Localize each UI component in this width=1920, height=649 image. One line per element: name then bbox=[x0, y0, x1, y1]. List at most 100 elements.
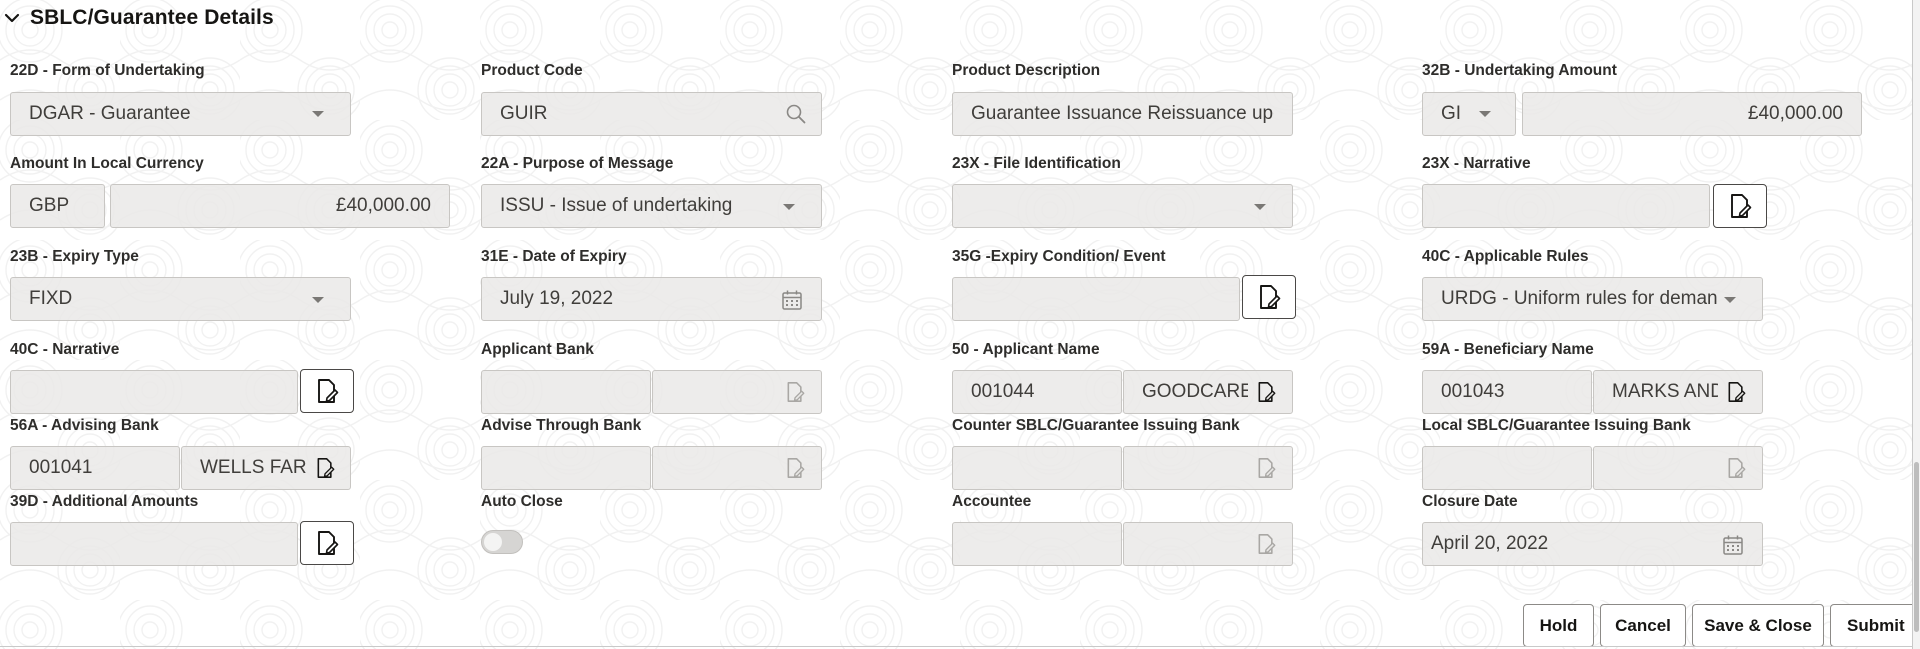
toggle-knob bbox=[484, 533, 502, 551]
applicable-rules-label: 40C - Applicable Rules bbox=[1422, 248, 1589, 265]
section-title: SBLC/Guarantee Details bbox=[30, 6, 274, 29]
narrative-40c-label: 40C - Narrative bbox=[10, 341, 120, 358]
save-close-button[interactable]: Save & Close bbox=[1692, 604, 1824, 647]
narrative-23x-edit-button[interactable] bbox=[1713, 184, 1767, 228]
search-icon[interactable] bbox=[786, 104, 806, 124]
edit-document-icon bbox=[787, 458, 805, 478]
advising-bank-id-value: 001041 bbox=[29, 457, 93, 478]
applicant-name-label: 50 - Applicant Name bbox=[952, 341, 1100, 358]
advising-bank-label: 56A - Advising Bank bbox=[10, 417, 159, 434]
counter-issuing-bank-id-input[interactable] bbox=[952, 446, 1122, 490]
narrative-40c-input[interactable] bbox=[10, 370, 298, 414]
date-of-expiry-input[interactable]: July 19, 2022 bbox=[481, 277, 822, 321]
cancel-button[interactable]: Cancel bbox=[1600, 604, 1686, 647]
applicant-name-value: GOODCARE bbox=[1142, 381, 1248, 402]
chevron-down-icon bbox=[1479, 111, 1491, 117]
product-description-label: Product Description bbox=[952, 62, 1101, 79]
submit-button[interactable]: Submit bbox=[1830, 604, 1920, 647]
form-of-undertaking-select[interactable]: DGAR - Guarantee bbox=[10, 92, 351, 136]
amount-local-currency-label: Amount In Local Currency bbox=[10, 155, 204, 172]
narrative-40c-edit-button[interactable] bbox=[300, 369, 354, 413]
edit-document-icon bbox=[1258, 458, 1276, 478]
local-issuing-bank-id-input[interactable] bbox=[1422, 446, 1592, 490]
advise-through-bank-label: Advise Through Bank bbox=[481, 417, 642, 434]
additional-amounts-input[interactable] bbox=[10, 522, 298, 566]
expiry-type-label: 23B - Expiry Type bbox=[10, 248, 139, 265]
vertical-scrollbar[interactable] bbox=[1913, 0, 1920, 649]
applicable-rules-select[interactable]: URDG - Uniform rules for demand guarante… bbox=[1422, 277, 1763, 321]
local-currency-value: GBP bbox=[29, 195, 70, 216]
local-amount-field: £40,000.00 bbox=[110, 184, 450, 228]
edit-document-icon bbox=[1728, 458, 1746, 478]
chevron-down-icon bbox=[312, 111, 324, 117]
chevron-down-icon bbox=[783, 204, 795, 210]
accountee-label: Accountee bbox=[952, 493, 1032, 510]
beneficiary-id-input[interactable]: 001043 bbox=[1422, 370, 1592, 414]
edit-document-icon[interactable] bbox=[315, 457, 335, 479]
edit-document-icon[interactable] bbox=[1256, 381, 1276, 403]
sblc-guarantee-details-panel: SBLC/Guarantee Details 22D - Form of Und… bbox=[0, 0, 1920, 647]
applicant-id-value: 001044 bbox=[971, 381, 1035, 402]
chevron-down-icon bbox=[1254, 204, 1266, 210]
date-of-expiry-value: July 19, 2022 bbox=[500, 288, 614, 309]
form-of-undertaking-label: 22D - Form of Undertaking bbox=[10, 62, 205, 79]
local-issuing-bank-label: Local SBLC/Guarantee Issuing Bank bbox=[1422, 417, 1691, 434]
narrative-23x-label: 23X - Narrative bbox=[1422, 155, 1531, 172]
edit-document-icon bbox=[787, 382, 805, 402]
purpose-of-message-select[interactable]: ISSU - Issue of undertaking bbox=[481, 184, 822, 228]
expiry-condition-input[interactable] bbox=[952, 277, 1240, 321]
auto-close-label: Auto Close bbox=[481, 493, 563, 510]
counter-issuing-bank-label: Counter SBLC/Guarantee Issuing Bank bbox=[952, 417, 1240, 434]
undertaking-amount-label: 32B - Undertaking Amount bbox=[1422, 62, 1617, 79]
date-of-expiry-label: 31E - Date of Expiry bbox=[481, 248, 627, 265]
edit-document-icon bbox=[1731, 194, 1752, 218]
auto-close-toggle[interactable] bbox=[481, 530, 523, 554]
purpose-of-message-value: ISSU - Issue of undertaking bbox=[500, 195, 733, 216]
applicant-id-input[interactable]: 001044 bbox=[952, 370, 1122, 414]
closure-date-input[interactable]: April 20, 2022 bbox=[1422, 522, 1763, 566]
advise-through-bank-id-input[interactable] bbox=[481, 446, 651, 490]
applicable-rules-value: URDG - Uniform rules for demand guarante… bbox=[1441, 288, 1718, 309]
panel-bottom-border bbox=[0, 646, 1913, 647]
expiry-condition-edit-button[interactable] bbox=[1242, 275, 1296, 319]
product-code-input[interactable]: GUIR bbox=[481, 92, 822, 136]
edit-document-icon[interactable] bbox=[1726, 381, 1746, 403]
additional-amounts-label: 39D - Additional Amounts bbox=[10, 493, 199, 510]
expiry-condition-label: 35G -Expiry Condition/ Event bbox=[952, 248, 1166, 265]
hold-button[interactable]: Hold bbox=[1523, 604, 1594, 647]
calendar-icon[interactable] bbox=[781, 289, 803, 311]
narrative-23x-input[interactable] bbox=[1422, 184, 1710, 228]
form-of-undertaking-value: DGAR - Guarantee bbox=[29, 103, 191, 124]
file-identification-select[interactable] bbox=[952, 184, 1293, 228]
product-code-label: Product Code bbox=[481, 62, 583, 79]
beneficiary-name-value: MARKS AND bbox=[1612, 381, 1718, 402]
local-currency-field: GBP bbox=[10, 184, 105, 228]
section-header[interactable]: SBLC/Guarantee Details bbox=[4, 4, 274, 32]
product-code-value: GUIR bbox=[500, 103, 548, 124]
beneficiary-name-label: 59A - Beneficiary Name bbox=[1422, 341, 1594, 358]
beneficiary-id-value: 001043 bbox=[1441, 381, 1505, 402]
product-description-field: Guarantee Issuance Reissuance upon bbox=[952, 92, 1293, 136]
edit-document-icon bbox=[318, 531, 339, 555]
closure-date-label: Closure Date bbox=[1422, 493, 1518, 510]
expiry-type-value: FIXD bbox=[29, 288, 73, 309]
undertaking-amount-input[interactable]: £40,000.00 bbox=[1522, 92, 1862, 136]
chevron-down-icon bbox=[1724, 297, 1736, 303]
scrollbar-thumb[interactable] bbox=[1914, 462, 1919, 632]
advising-bank-id-input[interactable]: 001041 bbox=[10, 446, 180, 490]
additional-amounts-edit-button[interactable] bbox=[300, 521, 354, 565]
undertaking-amount-value: £40,000.00 bbox=[1747, 103, 1843, 124]
chevron-down-icon bbox=[312, 297, 324, 303]
advising-bank-name-value: WELLS FARGO bbox=[200, 457, 306, 478]
chevron-down-icon bbox=[4, 13, 20, 23]
calendar-icon[interactable] bbox=[1722, 534, 1744, 556]
purpose-of-message-label: 22A - Purpose of Message bbox=[481, 155, 674, 172]
edit-document-icon bbox=[318, 379, 339, 403]
applicant-bank-label: Applicant Bank bbox=[481, 341, 594, 358]
edit-document-icon bbox=[1260, 285, 1281, 309]
closure-date-value: April 20, 2022 bbox=[1431, 533, 1549, 554]
accountee-id-input[interactable] bbox=[952, 522, 1122, 566]
expiry-type-select[interactable]: FIXD bbox=[10, 277, 351, 321]
undertaking-currency-select[interactable]: GI bbox=[1422, 92, 1516, 136]
applicant-bank-id-input[interactable] bbox=[481, 370, 651, 414]
